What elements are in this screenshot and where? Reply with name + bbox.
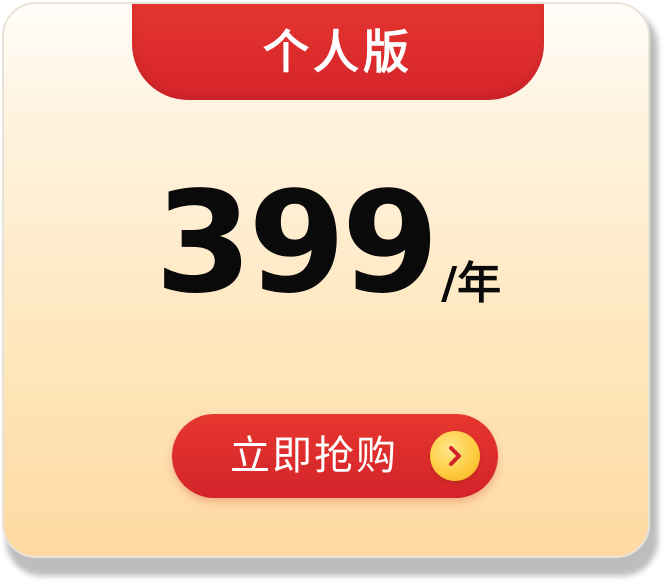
price-row: 399 /年 xyxy=(4,162,648,325)
plan-name: 个人版 xyxy=(263,25,413,79)
chevron-right-icon xyxy=(430,431,480,481)
pricing-stage: 个人版 399 /年 立即抢购 xyxy=(0,0,664,584)
pricing-card: 个人版 399 /年 立即抢购 xyxy=(2,2,650,558)
chevron-right-icon-glyph xyxy=(449,446,461,466)
buy-now-label: 立即抢购 xyxy=(230,433,398,479)
buy-now-button[interactable]: 立即抢购 xyxy=(172,414,498,498)
price-unit: /年 xyxy=(441,258,502,309)
price-amount: 399 xyxy=(154,162,439,325)
plan-tab: 个人版 xyxy=(132,4,544,100)
